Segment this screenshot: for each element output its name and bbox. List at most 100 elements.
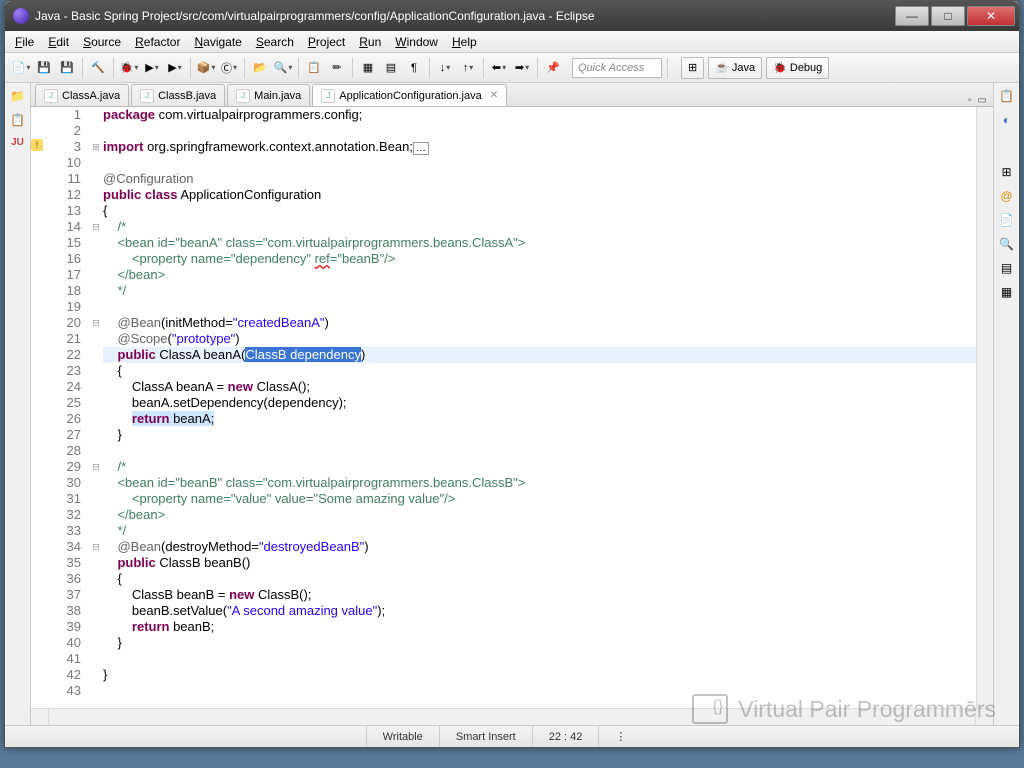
code-line[interactable]: @Configuration	[103, 171, 976, 187]
run-button[interactable]: ▶	[142, 58, 162, 78]
code-line[interactable]: */	[103, 523, 976, 539]
build-button[interactable]: 🔨	[88, 58, 108, 78]
toggle-mark-button[interactable]: ✏	[327, 58, 347, 78]
code-line[interactable]	[103, 443, 976, 459]
editor-tab[interactable]: JApplicationConfiguration.java✕	[312, 84, 507, 106]
menu-navigate[interactable]: Navigate	[194, 35, 241, 49]
code-line[interactable]: @Bean(initMethod="createdBeanA")	[103, 315, 976, 331]
fold-toggle[interactable]: ⊟	[89, 459, 103, 475]
code-line[interactable]: beanB.setValue("A second amazing value")…	[103, 603, 976, 619]
code-line[interactable]: <property name="dependency" ref="beanB"/…	[103, 251, 976, 267]
editor-tab[interactable]: JClassA.java	[35, 84, 129, 106]
debug-button[interactable]: 🐞	[119, 58, 139, 78]
new-button[interactable]: 📄	[11, 58, 31, 78]
menu-source[interactable]: Source	[83, 35, 121, 49]
code-line[interactable]: }	[103, 667, 976, 683]
open-perspective-button[interactable]: ⊞	[681, 57, 704, 79]
search-button[interactable]: 🔍	[273, 58, 293, 78]
code-line[interactable]: }	[103, 635, 976, 651]
code-line[interactable]	[103, 683, 976, 699]
console-icon[interactable]: ▤	[999, 261, 1015, 277]
code-line[interactable]: {	[103, 203, 976, 219]
code-line[interactable]: package com.virtualpairprogrammers.confi…	[103, 107, 976, 123]
editor-tab[interactable]: JMain.java	[227, 84, 310, 106]
code-line[interactable]: </bean>	[103, 507, 976, 523]
code-line[interactable]: <bean id="beanA" class="com.virtualpairp…	[103, 235, 976, 251]
maximize-button[interactable]: □	[931, 6, 965, 26]
minimize-view-icon[interactable]: ▫	[968, 95, 972, 106]
fold-toggle[interactable]: ⊟	[89, 539, 103, 555]
fold-toggle[interactable]: ⊟	[89, 219, 103, 235]
editor-tab[interactable]: JClassB.java	[131, 84, 225, 106]
package-explorer-icon[interactable]: 📁	[10, 89, 26, 105]
code-line[interactable]: /*	[103, 459, 976, 475]
menu-file[interactable]: File	[15, 35, 34, 49]
new-class-button[interactable]: Ⓒ	[219, 58, 239, 78]
code-editor[interactable]: ! 12310111213141516171819202122232425262…	[31, 107, 993, 708]
code-line[interactable]: */	[103, 283, 976, 299]
progress-icon[interactable]: ▦	[999, 285, 1015, 301]
code-line[interactable]: ClassA beanA = new ClassA();	[103, 379, 976, 395]
warning-icon[interactable]: !	[31, 139, 43, 151]
code-line[interactable]: return beanA;	[103, 411, 976, 427]
code-line[interactable]: /*	[103, 219, 976, 235]
fold-toggle[interactable]: ⊞	[89, 139, 103, 155]
code-line[interactable]: ClassB beanB = new ClassB();	[103, 587, 976, 603]
titlebar[interactable]: Java - Basic Spring Project/src/com/virt…	[5, 1, 1019, 31]
forward-button[interactable]: ➡	[512, 58, 532, 78]
task-list-icon[interactable]: 📋	[999, 89, 1015, 105]
code-line[interactable]: import org.springframework.context.annot…	[103, 139, 976, 155]
fold-toggle[interactable]: ⊟	[89, 315, 103, 331]
pin-button[interactable]: 📌	[543, 58, 563, 78]
open-type-button[interactable]: 📂	[250, 58, 270, 78]
search-view-icon[interactable]: 🔍	[999, 237, 1015, 253]
code-line[interactable]: </bean>	[103, 267, 976, 283]
code-line[interactable]: {	[103, 363, 976, 379]
next-annotation-button[interactable]: ↓	[435, 58, 455, 78]
problems-icon[interactable]: ⊞	[999, 165, 1015, 181]
toggle-breadcrumb-button[interactable]: ▦	[358, 58, 378, 78]
code-line[interactable]: {	[103, 571, 976, 587]
prev-annotation-button[interactable]: ↑	[458, 58, 478, 78]
type-hierarchy-icon[interactable]: 📋	[10, 113, 26, 129]
toggle-block-button[interactable]: ▤	[381, 58, 401, 78]
code-line[interactable]: <property name="value" value="Some amazi…	[103, 491, 976, 507]
menu-help[interactable]: Help	[452, 35, 477, 49]
overview-ruler[interactable]	[976, 107, 993, 708]
code-line[interactable]: }	[103, 427, 976, 443]
code-line[interactable]	[103, 123, 976, 139]
junit-icon[interactable]: JU	[10, 137, 26, 153]
open-task-button[interactable]: 📋	[304, 58, 324, 78]
close-tab-icon[interactable]: ✕	[490, 90, 498, 101]
menu-edit[interactable]: Edit	[48, 35, 69, 49]
run-last-button[interactable]: ▶	[165, 58, 185, 78]
debug-perspective-button[interactable]: 🐞Debug	[766, 57, 829, 79]
code-line[interactable]: @Bean(destroyMethod="destroyedBeanB")	[103, 539, 976, 555]
java-perspective-button[interactable]: ☕Java	[708, 57, 762, 79]
new-package-button[interactable]: 📦	[196, 58, 216, 78]
code-line[interactable]	[103, 299, 976, 315]
code-line[interactable]: public ClassA beanA(ClassB dependency)	[103, 347, 976, 363]
minimize-button[interactable]: —	[895, 6, 929, 26]
code-line[interactable]	[103, 651, 976, 667]
code-line[interactable]: public class ApplicationConfiguration	[103, 187, 976, 203]
declaration-icon[interactable]: 📄	[999, 213, 1015, 229]
maximize-view-icon[interactable]: ▭	[978, 95, 987, 106]
menu-search[interactable]: Search	[256, 35, 294, 49]
menu-run[interactable]: Run	[359, 35, 381, 49]
code-line[interactable]: return beanB;	[103, 619, 976, 635]
code-line[interactable]	[103, 155, 976, 171]
code-line[interactable]: @Scope("prototype")	[103, 331, 976, 347]
save-all-button[interactable]: 💾	[57, 58, 77, 78]
code-line[interactable]: beanA.setDependency(dependency);	[103, 395, 976, 411]
back-button[interactable]: ⬅	[489, 58, 509, 78]
horizontal-scrollbar[interactable]	[31, 708, 993, 725]
javadoc-icon[interactable]: @	[999, 189, 1015, 205]
close-button[interactable]: ✕	[967, 6, 1015, 26]
menu-refactor[interactable]: Refactor	[135, 35, 180, 49]
quick-access-input[interactable]: Quick Access	[572, 58, 662, 78]
code-line[interactable]: public ClassB beanB()	[103, 555, 976, 571]
outline-icon[interactable]: ◐	[999, 113, 1015, 129]
menu-window[interactable]: Window	[395, 35, 438, 49]
menu-project[interactable]: Project	[308, 35, 345, 49]
